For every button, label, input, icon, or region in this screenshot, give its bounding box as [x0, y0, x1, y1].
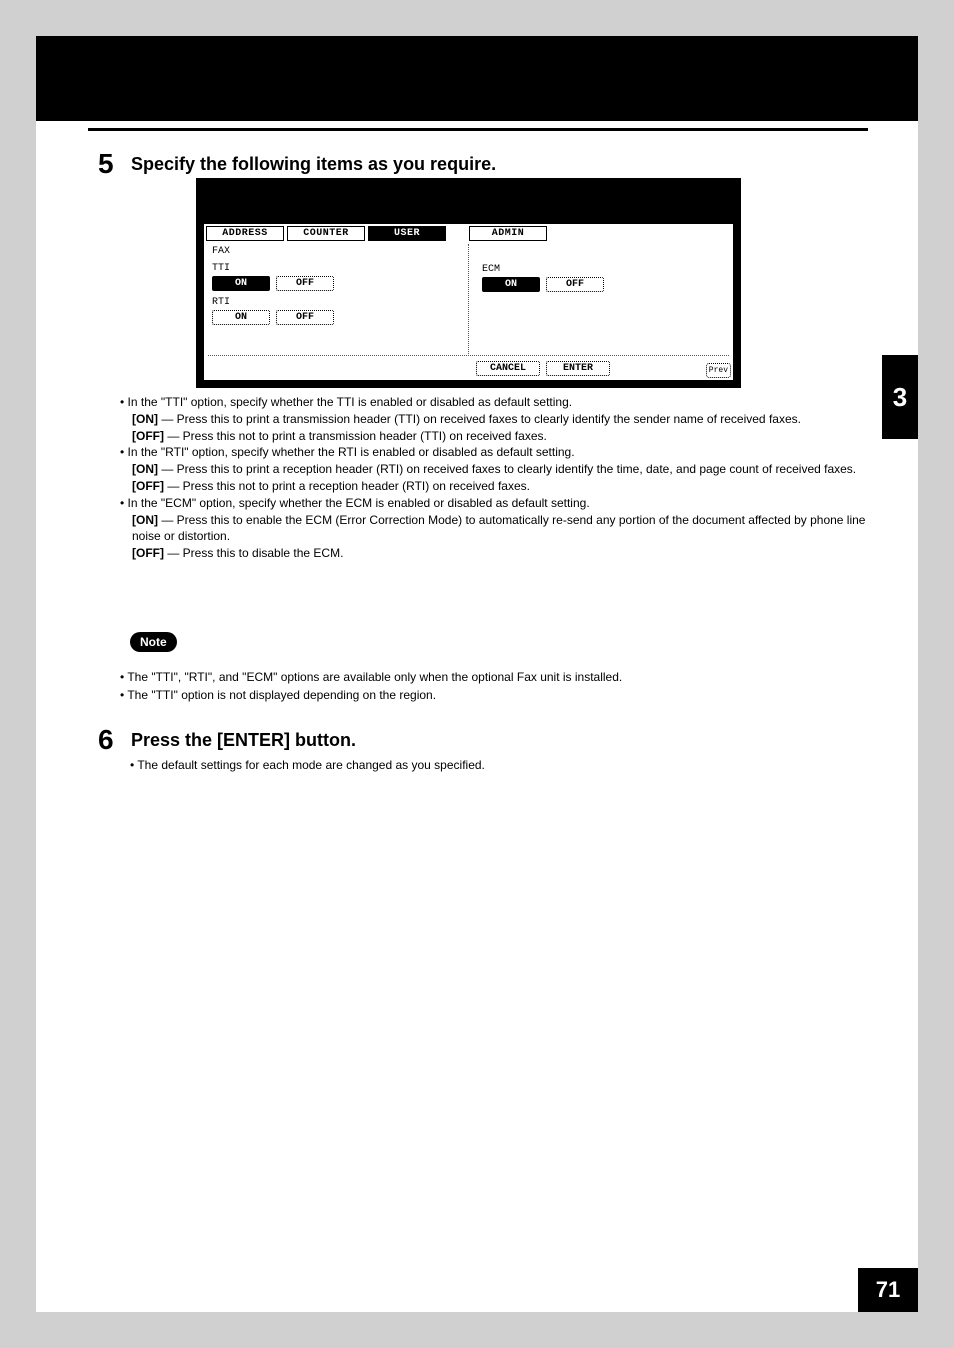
device-screen: ADDRESS COUNTER USER ADMIN FAX TTI ON OF… — [196, 178, 741, 388]
tti-label: TTI — [212, 263, 468, 274]
rti-intro-text: In the "RTI" option, specify whether the… — [128, 445, 575, 459]
tti-intro-text: In the "TTI" option, specify whether the… — [128, 395, 573, 409]
rti-buttons: ON OFF — [212, 310, 468, 325]
rti-off-button[interactable]: OFF — [276, 310, 334, 325]
page-number: 71 — [858, 1268, 918, 1312]
rti-explain: In the "RTI" option, specify whether the… — [130, 444, 870, 494]
note-line-2: The "TTI" option is not displayed depend… — [130, 686, 870, 704]
footer-buttons: CANCEL ENTER — [476, 361, 610, 376]
enter-button[interactable]: ENTER — [546, 361, 610, 376]
tti-on-label: [ON] — [132, 412, 158, 426]
rti-off-label: [OFF] — [132, 479, 164, 493]
rti-on-label: [ON] — [132, 462, 158, 476]
tti-off-text: — Press this not to print a transmission… — [164, 429, 547, 443]
tti-on-button[interactable]: ON — [212, 276, 270, 291]
tab-row: ADDRESS COUNTER USER ADMIN — [206, 226, 547, 241]
tab-counter[interactable]: COUNTER — [287, 226, 365, 241]
ecm-intro-text: In the "ECM" option, specify whether the… — [128, 496, 590, 510]
screen-inner: ADDRESS COUNTER USER ADMIN FAX TTI ON OF… — [204, 224, 733, 380]
note-line-1: The "TTI", "RTI", and "ECM" options are … — [130, 668, 870, 686]
top-black-bar — [36, 36, 918, 121]
screen-right-col: ECM ON OFF — [478, 244, 738, 292]
chapter-tab: 3 — [882, 355, 918, 439]
tti-explain: In the "TTI" option, specify whether the… — [130, 394, 870, 444]
note-list: The "TTI", "RTI", and "ECM" options are … — [130, 668, 870, 704]
tab-address[interactable]: ADDRESS — [206, 226, 284, 241]
tti-on-text: — Press this to print a transmission hea… — [158, 412, 801, 426]
ecm-buttons: ON OFF — [482, 277, 738, 292]
tti-off-label: [OFF] — [132, 429, 164, 443]
fax-label: FAX — [212, 246, 468, 257]
rti-label: RTI — [212, 297, 468, 308]
ecm-on-text: — Press this to enable the ECM (Error Co… — [132, 513, 865, 544]
tab-user[interactable]: USER — [368, 226, 446, 241]
screen-left-col: FAX TTI ON OFF RTI ON OFF — [208, 244, 468, 325]
step-5-title: Specify the following items as you requi… — [131, 154, 496, 175]
prev-button[interactable]: Prev — [706, 363, 731, 378]
ecm-on-button[interactable]: ON — [482, 277, 540, 292]
step-6-bullet: The default settings for each mode are c… — [140, 758, 485, 772]
page: 5 Specify the following items as you req… — [36, 36, 918, 1312]
horizontal-rule — [88, 128, 868, 131]
tab-admin[interactable]: ADMIN — [469, 226, 547, 241]
tti-buttons: ON OFF — [212, 276, 468, 291]
rti-off-text: — Press this not to print a reception he… — [164, 479, 530, 493]
vertical-divider — [468, 244, 469, 354]
tti-off-button[interactable]: OFF — [276, 276, 334, 291]
rti-on-text: — Press this to print a reception header… — [158, 462, 856, 476]
cancel-button[interactable]: CANCEL — [476, 361, 540, 376]
ecm-label: ECM — [482, 264, 738, 275]
ecm-off-button[interactable]: OFF — [546, 277, 604, 292]
ecm-on-label: [ON] — [132, 513, 158, 527]
ecm-off-label: [OFF] — [132, 546, 164, 560]
ecm-explain: In the "ECM" option, specify whether the… — [130, 495, 870, 562]
step-6-number: 6 — [98, 724, 114, 756]
rti-on-button[interactable]: ON — [212, 310, 270, 325]
horizontal-divider — [208, 355, 729, 356]
step-5-number: 5 — [98, 148, 114, 180]
ecm-off-text: — Press this to disable the ECM. — [164, 546, 343, 560]
step-6-title: Press the [ENTER] button. — [131, 730, 356, 751]
note-badge: Note — [130, 632, 177, 652]
explanation-list: In the "TTI" option, specify whether the… — [130, 394, 870, 562]
